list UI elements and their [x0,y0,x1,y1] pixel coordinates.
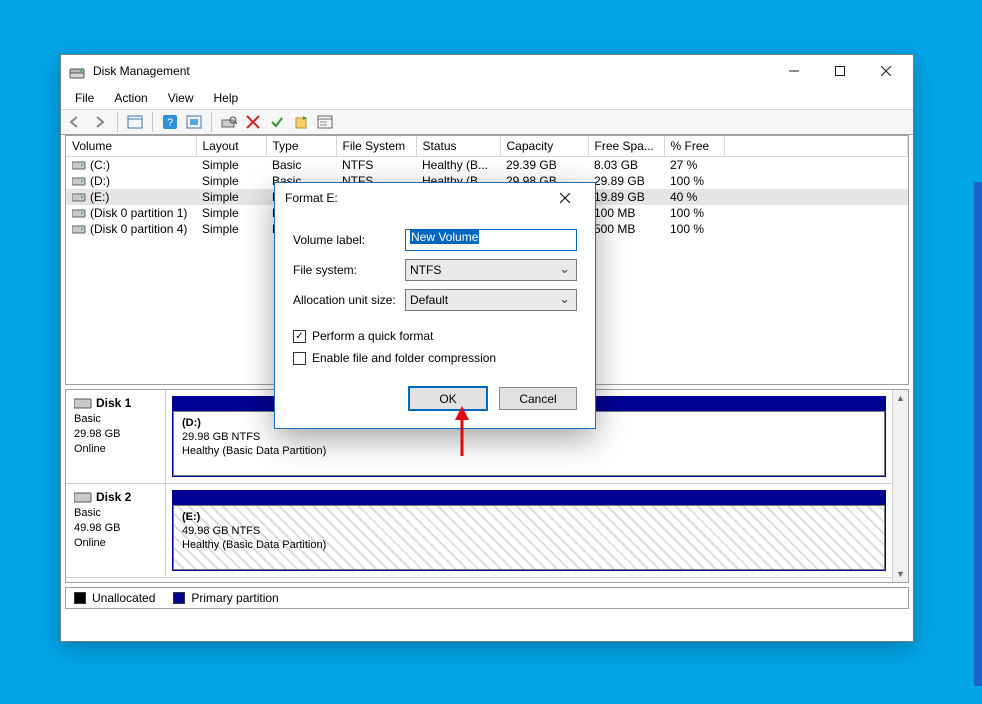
titlebar[interactable]: Disk Management [61,55,913,87]
rescan-button[interactable] [218,111,240,133]
compression-checkbox[interactable]: Enable file and folder compression [293,347,577,369]
menu-help[interactable]: Help [204,89,249,107]
col-header[interactable]: Type [266,136,336,156]
col-header[interactable]: File System [336,136,416,156]
col-header[interactable]: Layout [196,136,266,156]
format-dialog: Format E: Volume label: New Volume File … [274,182,596,429]
maximize-button[interactable] [817,55,863,87]
back-button[interactable] [65,111,87,133]
partition[interactable]: (E:)49.98 GB NTFSHealthy (Basic Data Par… [172,490,886,571]
quick-format-checkbox[interactable]: ✓ Perform a quick format [293,325,577,347]
toolbar: ? [61,109,913,135]
col-header[interactable]: % Free [664,136,724,156]
properties-button[interactable] [314,111,336,133]
col-header[interactable]: Free Spa... [588,136,664,156]
legend-primary: Primary partition [173,591,278,605]
new-volume-button[interactable] [290,111,312,133]
table-row[interactable]: (C:)SimpleBasicNTFSHealthy (B...29.39 GB… [66,156,908,173]
cancel-button[interactable]: Cancel [499,387,577,410]
scrollbar[interactable]: ▲ ▼ [892,390,908,582]
disk-info: Disk 1Basic29.98 GBOnline [66,390,166,483]
menu-view[interactable]: View [158,89,204,107]
close-button[interactable] [863,55,909,87]
delete-button[interactable] [242,111,264,133]
file-system-label: File system: [293,263,405,277]
dialog-titlebar[interactable]: Format E: [275,183,595,213]
menu-file[interactable]: File [65,89,104,107]
legend-unallocated: Unallocated [74,591,155,605]
checkbox-empty-icon [293,352,306,365]
col-header[interactable]: Volume [66,136,196,156]
col-header[interactable]: Capacity [500,136,588,156]
dialog-close-button[interactable] [545,183,585,213]
disk-row[interactable]: Disk 2Basic49.98 GBOnline(E:)49.98 GB NT… [66,484,908,578]
scroll-down-icon[interactable]: ▼ [893,566,908,582]
scroll-up-icon[interactable]: ▲ [893,390,908,406]
checkmark-icon: ✓ [293,330,306,343]
table-header[interactable]: VolumeLayoutTypeFile SystemStatusCapacit… [66,136,908,156]
file-system-combo[interactable]: NTFS [405,259,577,281]
volume-label-label: Volume label: [293,233,405,247]
disk-info: Disk 2Basic49.98 GBOnline [66,484,166,577]
allocation-size-label: Allocation unit size: [293,293,405,307]
refresh-button[interactable] [183,111,205,133]
check-button[interactable] [266,111,288,133]
help-button[interactable]: ? [159,111,181,133]
menu-action[interactable]: Action [104,89,157,107]
dialog-title: Format E: [285,191,338,205]
col-header[interactable]: Status [416,136,500,156]
legend: Unallocated Primary partition [65,587,909,609]
minimize-button[interactable] [771,55,817,87]
desktop-accent [974,182,982,686]
volume-label-input[interactable]: New Volume [405,229,577,251]
window-title: Disk Management [93,64,190,78]
show-hide-button[interactable] [124,111,146,133]
forward-button[interactable] [89,111,111,133]
allocation-size-combo[interactable]: Default [405,289,577,311]
app-icon [69,63,85,79]
menubar: File Action View Help [61,87,913,109]
ok-button[interactable]: OK [409,387,487,410]
svg-text:?: ? [167,117,173,129]
